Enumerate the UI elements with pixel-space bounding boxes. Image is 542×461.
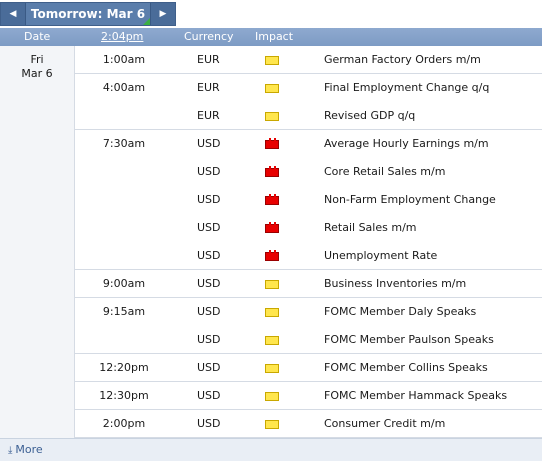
previous-day-button[interactable]: ◀ [1,3,26,25]
table-row[interactable]: EUR Revised GDP q/q [75,102,542,130]
low-impact-folder-icon[interactable] [265,280,279,289]
event-time: 12:30pm [99,389,149,402]
event-title[interactable]: FOMC Member Daly Speaks [324,298,476,326]
table-row[interactable]: USD FOMC Member Paulson Speaks [75,326,542,354]
calendar-toolbar: ◀ Tomorrow: Mar 6 ▶ [0,0,542,28]
event-currency: USD [197,277,221,290]
event-title[interactable]: Unemployment Rate [324,242,437,270]
header-time-link[interactable]: 2:04pm [101,30,143,43]
event-currency: USD [197,389,221,402]
day-of-week: Fri [30,53,44,66]
more-link[interactable]: ⤓ More [8,443,43,456]
event-currency: EUR [197,109,220,122]
header-date: Date [24,30,51,43]
event-title[interactable]: FOMC Member Paulson Speaks [324,326,494,354]
event-title[interactable]: Final Employment Change q/q [324,74,489,102]
event-title[interactable]: FOMC Member Hammack Speaks [324,382,507,410]
more-label: More [15,443,43,456]
event-currency: USD [197,221,221,234]
event-title[interactable]: FOMC Member Collins Speaks [324,354,488,382]
event-currency: USD [197,417,221,430]
event-currency: USD [197,249,221,262]
date-column: Fri Mar 6 [0,46,75,438]
event-title[interactable]: Revised GDP q/q [324,102,415,130]
low-impact-folder-icon[interactable] [265,84,279,93]
event-time: 7:30am [102,137,146,150]
event-time: 4:00am [102,81,146,94]
high-impact-folder-icon[interactable] [265,166,279,177]
chevron-left-icon: ◀ [9,9,17,19]
low-impact-folder-icon[interactable] [265,364,279,373]
event-time: 9:15am [102,305,146,318]
low-impact-folder-icon[interactable] [265,420,279,429]
next-day-button[interactable]: ▶ [150,3,175,25]
current-day-title: Tomorrow: Mar 6 [26,3,150,25]
day-navigator: ◀ Tomorrow: Mar 6 ▶ [0,2,176,26]
low-impact-folder-icon[interactable] [265,336,279,345]
table-row[interactable]: 7:30am USD Average Hourly Earnings m/m [75,130,542,158]
table-row[interactable]: USD Unemployment Rate [75,242,542,270]
table-footer: ⤓ More [0,438,542,461]
event-currency: USD [197,137,221,150]
event-currency: USD [197,361,221,374]
event-list: 1:00am EUR German Factory Orders m/m 4:00am… [75,46,542,438]
event-title[interactable]: Core Retail Sales m/m [324,158,445,186]
event-currency: USD [197,193,221,206]
event-time: 12:20pm [99,361,149,374]
low-impact-folder-icon[interactable] [265,112,279,121]
table-row[interactable]: 4:00am EUR Final Employment Change q/q [75,74,542,102]
event-title[interactable]: Average Hourly Earnings m/m [324,130,489,158]
table-row[interactable]: 12:20pm USD FOMC Member Collins Speaks [75,354,542,382]
event-currency: USD [197,305,221,318]
chevron-right-icon: ▶ [159,9,167,19]
high-impact-folder-icon[interactable] [265,138,279,149]
download-arrow-icon: ⤓ [8,445,13,456]
low-impact-folder-icon[interactable] [265,56,279,65]
event-title[interactable]: Retail Sales m/m [324,214,417,242]
high-impact-folder-icon[interactable] [265,250,279,261]
event-time: 1:00am [102,53,146,66]
table-row[interactable]: USD Retail Sales m/m [75,214,542,242]
table-row[interactable]: 2:00pm USD Consumer Credit m/m [75,410,542,438]
event-currency: EUR [197,53,220,66]
header-impact: Impact [255,30,294,43]
day-date: Mar 6 [21,67,53,80]
table-row[interactable]: USD Core Retail Sales m/m [75,158,542,186]
table-header: Date 2:04pm Currency Impact [0,28,542,46]
header-currency: Currency [184,30,234,43]
low-impact-folder-icon[interactable] [265,308,279,317]
event-time: 2:00pm [102,417,146,430]
table-row[interactable]: USD Non-Farm Employment Change [75,186,542,214]
event-title[interactable]: Non-Farm Employment Change [324,186,496,214]
event-time: 9:00am [102,277,146,290]
table-row[interactable]: 9:00am USD Business Inventories m/m [75,270,542,298]
high-impact-folder-icon[interactable] [265,194,279,205]
high-impact-folder-icon[interactable] [265,222,279,233]
table-row[interactable]: 1:00am EUR German Factory Orders m/m [75,46,542,74]
event-currency: USD [197,165,221,178]
low-impact-folder-icon[interactable] [265,392,279,401]
event-currency: USD [197,333,221,346]
table-row[interactable]: 9:15am USD FOMC Member Daly Speaks [75,298,542,326]
table-row[interactable]: 12:30pm USD FOMC Member Hammack Speaks [75,382,542,410]
event-title[interactable]: German Factory Orders m/m [324,46,481,74]
event-title[interactable]: Business Inventories m/m [324,270,466,298]
corner-marker-icon [143,18,150,25]
day-title-label: Tomorrow: Mar 6 [30,7,146,21]
event-currency: EUR [197,81,220,94]
event-title[interactable]: Consumer Credit m/m [324,410,445,438]
